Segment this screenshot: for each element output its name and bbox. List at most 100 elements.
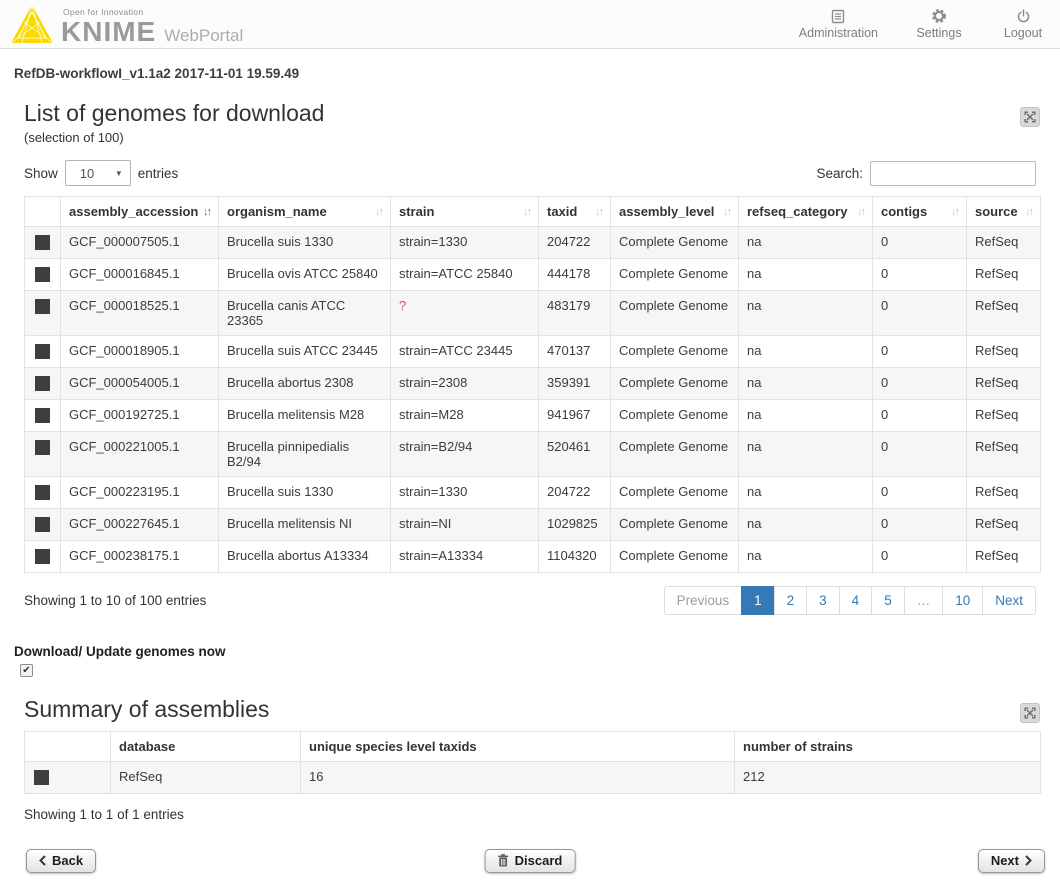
column-header-assembly_level[interactable]: assembly_level ↓↑ — [611, 197, 739, 227]
row-checkbox[interactable] — [35, 549, 50, 564]
cell: Complete Genome — [611, 336, 739, 368]
cell: na — [739, 368, 873, 400]
row-checkbox[interactable] — [35, 408, 50, 423]
search-input[interactable] — [870, 161, 1036, 186]
cell: strain=M28 — [391, 400, 539, 432]
cell: RefSeq — [967, 541, 1041, 573]
sort-icon[interactable]: ↓↑ — [523, 206, 530, 218]
next-button[interactable]: Next — [978, 849, 1045, 873]
summary-table: databaseunique species level taxidsnumbe… — [24, 731, 1041, 794]
logo-brand: KNIME — [61, 19, 156, 46]
sort-icon[interactable]: ↓↑ — [595, 206, 602, 218]
row-checkbox[interactable] — [35, 344, 50, 359]
table-row: GCF_000007505.1Brucella suis 1330strain=… — [25, 227, 1041, 259]
table-row: GCF_000018525.1Brucella canis ATCC 23365… — [25, 291, 1041, 336]
column-label: contigs — [881, 204, 927, 219]
cell: strain=B2/94 — [391, 432, 539, 477]
column-header-database: database — [111, 732, 301, 762]
sort-icon[interactable]: ↓↑ — [1025, 206, 1032, 218]
cell: na — [739, 509, 873, 541]
pagination-page-10[interactable]: 10 — [942, 586, 983, 615]
sort-icon[interactable]: ↓↑ — [203, 206, 210, 218]
nav-settings[interactable]: Settings — [916, 8, 962, 40]
cell: na — [739, 227, 873, 259]
cell: GCF_000018525.1 — [61, 291, 219, 336]
expand-genomes-button[interactable] — [1020, 107, 1040, 127]
cell: Complete Genome — [611, 227, 739, 259]
sort-icon[interactable]: ↓↑ — [375, 206, 382, 218]
cell: strain=A13334 — [391, 541, 539, 573]
row-checkbox[interactable] — [35, 376, 50, 391]
cell: GCF_000007505.1 — [61, 227, 219, 259]
genomes-title: List of genomes for download — [24, 100, 1040, 127]
expand-summary-button[interactable] — [1020, 703, 1040, 723]
row-checkbox[interactable] — [35, 440, 50, 455]
pagination-previous[interactable]: Previous — [664, 586, 743, 615]
back-button[interactable]: Back — [26, 849, 96, 873]
page-length-select[interactable]: 10 ▼ — [65, 160, 131, 186]
column-header-contigs[interactable]: contigs ↓↑ — [873, 197, 967, 227]
cell: Complete Genome — [611, 509, 739, 541]
cell: 470137 — [539, 336, 611, 368]
cell: Complete Genome — [611, 259, 739, 291]
show-label: Show — [24, 166, 58, 181]
pagination-next[interactable]: Next — [982, 586, 1036, 615]
cell: Brucella suis ATCC 23445 — [219, 336, 391, 368]
cell: Brucella suis 1330 — [219, 477, 391, 509]
column-header-taxid[interactable]: taxid↓↑ — [539, 197, 611, 227]
cell: 0 — [873, 509, 967, 541]
search-label: Search: — [816, 166, 863, 181]
genomes-section: List of genomes for download (selection … — [20, 100, 1040, 615]
cell: 0 — [873, 400, 967, 432]
knime-logo[interactable]: Open for Innovation KNIME WebPortal — [10, 2, 243, 46]
column-label: strain — [399, 204, 434, 219]
summary-title: Summary of assemblies — [24, 696, 1040, 723]
nav-logout[interactable]: Logout — [1000, 8, 1046, 40]
cell: strain=1330 — [391, 227, 539, 259]
column-header-assembly_accession[interactable]: assembly_accession↓↑ — [61, 197, 219, 227]
table-row: GCF_000018905.1Brucella suis ATCC 23445s… — [25, 336, 1041, 368]
row-checkbox[interactable] — [35, 517, 50, 532]
cell: 204722 — [539, 477, 611, 509]
row-checkbox[interactable] — [35, 299, 50, 314]
expand-arrows-icon — [1024, 707, 1036, 719]
row-checkbox[interactable] — [35, 235, 50, 250]
pagination-page-5[interactable]: 5 — [871, 586, 905, 615]
sort-icon[interactable]: ↓↑ — [857, 206, 864, 218]
chevron-right-icon — [1025, 855, 1032, 866]
cell: Complete Genome — [611, 368, 739, 400]
row-checkbox[interactable] — [34, 770, 49, 785]
sort-icon[interactable]: ↓↑ — [951, 206, 958, 218]
expand-arrows-icon — [1024, 111, 1036, 123]
column-header-select — [25, 197, 61, 227]
column-header-refseq_category[interactable]: refseq_category↓↑ — [739, 197, 873, 227]
cell: na — [739, 336, 873, 368]
cell: 204722 — [539, 227, 611, 259]
nav-logout-label: Logout — [1004, 26, 1042, 40]
pagination-page-3[interactable]: 3 — [806, 586, 840, 615]
cell: 0 — [873, 291, 967, 336]
discard-button[interactable]: Discard — [485, 849, 576, 873]
cell: GCF_000238175.1 — [61, 541, 219, 573]
column-header-source[interactable]: source↓↑ — [967, 197, 1041, 227]
column-header-organism_name[interactable]: organism_name↓↑ — [219, 197, 391, 227]
sort-icon[interactable]: ↓↑ — [723, 206, 730, 218]
table-row: RefSeq16212 — [25, 762, 1041, 794]
cell: Brucella ovis ATCC 25840 — [219, 259, 391, 291]
logo-suffix: WebPortal — [164, 26, 243, 46]
cell: 444178 — [539, 259, 611, 291]
cell: GCF_000018905.1 — [61, 336, 219, 368]
pagination-page-1[interactable]: 1 — [741, 586, 775, 615]
row-checkbox[interactable] — [35, 485, 50, 500]
row-select-cell — [25, 509, 61, 541]
pagination-page-4[interactable]: 4 — [839, 586, 873, 615]
column-header-strain[interactable]: strain ↓↑ — [391, 197, 539, 227]
cell: 483179 — [539, 291, 611, 336]
cell: RefSeq — [967, 509, 1041, 541]
nav-administration[interactable]: Administration — [799, 8, 878, 40]
pagination-page-2[interactable]: 2 — [774, 586, 808, 615]
download-update-checkbox[interactable]: ✔ — [20, 664, 33, 677]
column-label: assembly_level — [619, 204, 714, 219]
cell: GCF_000192725.1 — [61, 400, 219, 432]
row-checkbox[interactable] — [35, 267, 50, 282]
